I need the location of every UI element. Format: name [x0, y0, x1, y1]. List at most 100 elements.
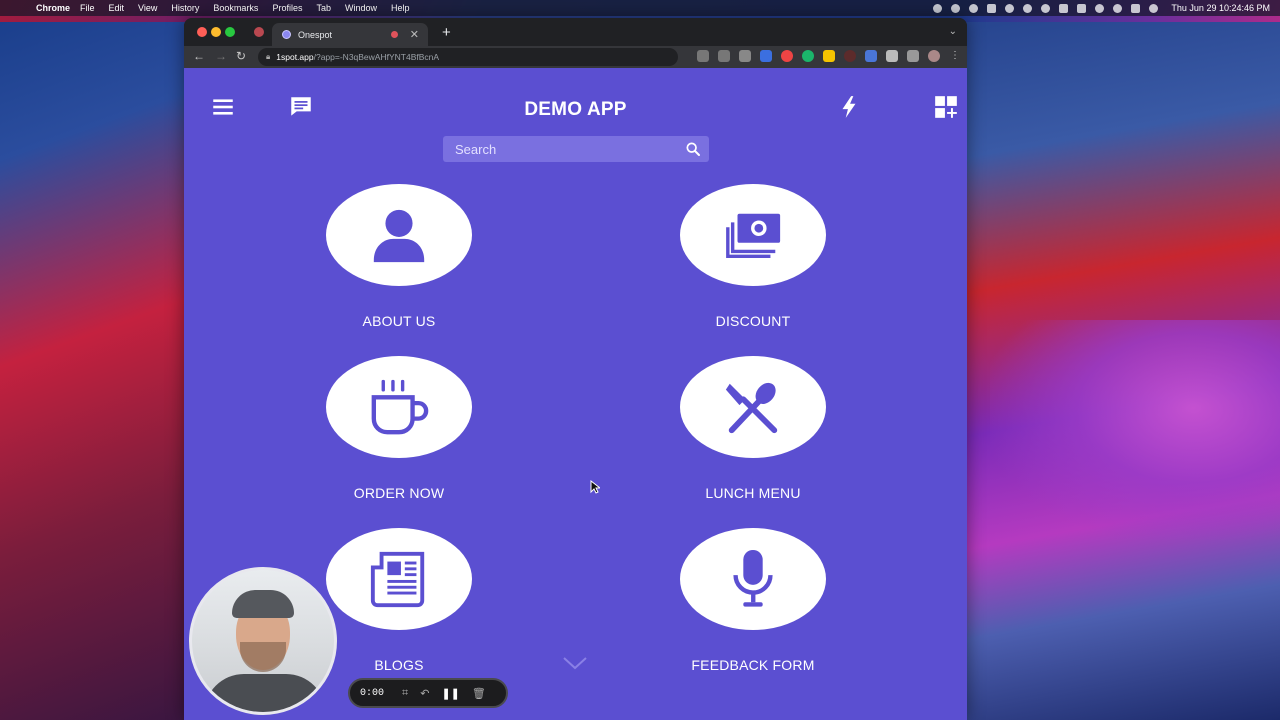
fullscreen-window-button[interactable] [225, 27, 235, 37]
tab-title: Onespot [298, 29, 333, 40]
tile-blogs[interactable]: BLOGS [326, 528, 472, 673]
tile-button[interactable] [680, 528, 826, 630]
menu-profiles[interactable]: Profiles [272, 3, 302, 13]
tile-lunch-menu[interactable]: LUNCH MENU [680, 356, 826, 501]
lightning-bolt-icon[interactable] [836, 94, 862, 120]
siri-icon[interactable] [1149, 3, 1159, 13]
search-icon[interactable] [685, 141, 701, 157]
menubar-status-area: Thu Jun 29 10:24:46 PM [933, 0, 1270, 16]
extensions-puzzle-icon[interactable] [886, 50, 898, 62]
mouse-cursor-icon [590, 480, 600, 494]
coffee-cup-icon [371, 379, 429, 435]
extension-loom-icon[interactable] [865, 50, 877, 62]
menu-window[interactable]: Window [345, 3, 377, 13]
tile-label: FEEDBACK FORM [691, 657, 815, 673]
tile-button[interactable] [680, 356, 826, 458]
undo-icon[interactable]: ↶ [420, 687, 429, 700]
recording-timer: 0:00 [360, 687, 385, 699]
desktop-wallpaper-left [0, 22, 190, 720]
tile-label: ABOUT US [362, 313, 436, 329]
reload-icon[interactable]: ↻ [236, 49, 246, 63]
tile-order-now[interactable]: ORDER NOW [326, 356, 472, 501]
profile-avatar-icon[interactable] [928, 50, 940, 62]
url-host: 1spot.app [276, 52, 314, 62]
macos-menu-bar: Chrome File Edit View History Bookmarks … [0, 0, 1280, 16]
extension-grammarly-icon[interactable] [802, 50, 814, 62]
close-window-button[interactable] [197, 27, 207, 37]
more-options-icon[interactable]: ⋮ [949, 50, 961, 62]
webcam-person-cap [232, 590, 294, 618]
browser-toolbar: ← → ↻ 🔒︎ 1spot.app /?app=-N3qBewAHfYNT4B… [184, 46, 967, 68]
tile-button[interactable] [326, 184, 472, 286]
desktop-wallpaper-wave [990, 320, 1280, 540]
share-icon[interactable] [718, 50, 730, 62]
tile-button[interactable] [680, 184, 826, 286]
user-icon [373, 209, 425, 263]
moon-icon[interactable] [1041, 3, 1051, 13]
microphone-status-icon[interactable] [933, 3, 943, 13]
scroll-down-chevron-icon[interactable] [562, 655, 588, 671]
trash-icon[interactable]: 🗑︎ [472, 687, 486, 700]
webcam-person-shirt [204, 674, 326, 712]
url-path: /?app=-N3qBewAHfYNT4BfBcnA [313, 52, 440, 62]
control-center-icon[interactable] [1131, 3, 1141, 13]
address-bar[interactable]: 🔒︎ 1spot.app /?app=-N3qBewAHfYNT4BfBcnA [258, 48, 678, 66]
tile-label: DISCOUNT [715, 313, 791, 329]
webcam-person-beard [240, 642, 286, 672]
bookmark-star-icon[interactable] [739, 50, 751, 62]
menu-tab[interactable]: Tab [316, 3, 331, 13]
webcam-overlay[interactable] [189, 567, 337, 715]
minimize-window-button[interactable] [211, 27, 221, 37]
newspaper-icon [370, 551, 425, 608]
glasses-icon[interactable] [987, 3, 997, 13]
tile-discount[interactable]: DISCOUNT [680, 184, 826, 329]
back-arrow-icon[interactable]: ← [193, 49, 205, 63]
menu-edit[interactable]: Edit [109, 3, 125, 13]
tab-search-chevron-icon[interactable]: ⌄ [949, 26, 957, 37]
tile-about-us[interactable]: ABOUT US [326, 184, 472, 329]
menu-bookmarks[interactable]: Bookmarks [213, 3, 258, 13]
tile-label: ORDER NOW [353, 485, 445, 501]
drawing-tool-icon[interactable]: ⌗ [402, 687, 408, 700]
creative-cloud-icon[interactable] [951, 3, 961, 13]
money-icon [726, 213, 781, 259]
battery-icon[interactable] [1059, 3, 1069, 13]
extension-shield-icon[interactable] [760, 50, 772, 62]
side-panel-icon[interactable] [907, 50, 919, 62]
extension-k-icon[interactable] [844, 50, 856, 62]
onespot-favicon-icon [282, 30, 291, 39]
apps-grid-add-icon[interactable] [933, 94, 959, 120]
recording-indicator-icon [391, 31, 398, 38]
lock-icon[interactable]: 🔒︎ [266, 52, 270, 62]
forward-arrow-icon[interactable]: → [215, 49, 227, 63]
tile-button[interactable] [326, 528, 472, 630]
menu-history[interactable]: History [171, 3, 199, 13]
wifi-icon[interactable] [1095, 3, 1105, 13]
time-machine-icon[interactable] [1023, 3, 1033, 13]
extension-warning-icon[interactable] [823, 50, 835, 62]
menu-file[interactable]: File [80, 3, 95, 13]
tab-onespot[interactable]: Onespot ✕ [272, 23, 428, 46]
record-icon[interactable] [1005, 3, 1015, 13]
pause-icon[interactable]: ❚❚ [441, 687, 459, 700]
tile-button[interactable] [326, 356, 472, 458]
bluetooth-icon[interactable] [1077, 3, 1087, 13]
menu-view[interactable]: View [138, 3, 157, 13]
tab-strip: Onespot ✕ + ⌄ [184, 18, 967, 46]
settings-gear-icon[interactable] [969, 3, 979, 13]
spotlight-search-icon[interactable] [1113, 3, 1123, 13]
extension-icons: ⋮ [697, 50, 961, 62]
tile-feedback-form[interactable]: FEEDBACK FORM [680, 528, 826, 673]
search-input[interactable] [443, 136, 685, 162]
microphone-icon [733, 549, 773, 607]
tab-close-icon[interactable]: ✕ [410, 28, 419, 41]
utensils-icon [725, 382, 778, 434]
camera-icon[interactable] [697, 50, 709, 62]
new-tab-button[interactable]: + [442, 24, 451, 41]
menu-help[interactable]: Help [391, 3, 410, 13]
tile-label: BLOGS [374, 657, 424, 673]
menubar-clock[interactable]: Thu Jun 29 10:24:46 PM [1171, 3, 1270, 13]
pinned-tab-icon[interactable] [254, 27, 264, 37]
menubar-app-name[interactable]: Chrome [36, 3, 70, 13]
extension-record-icon[interactable] [781, 50, 793, 62]
